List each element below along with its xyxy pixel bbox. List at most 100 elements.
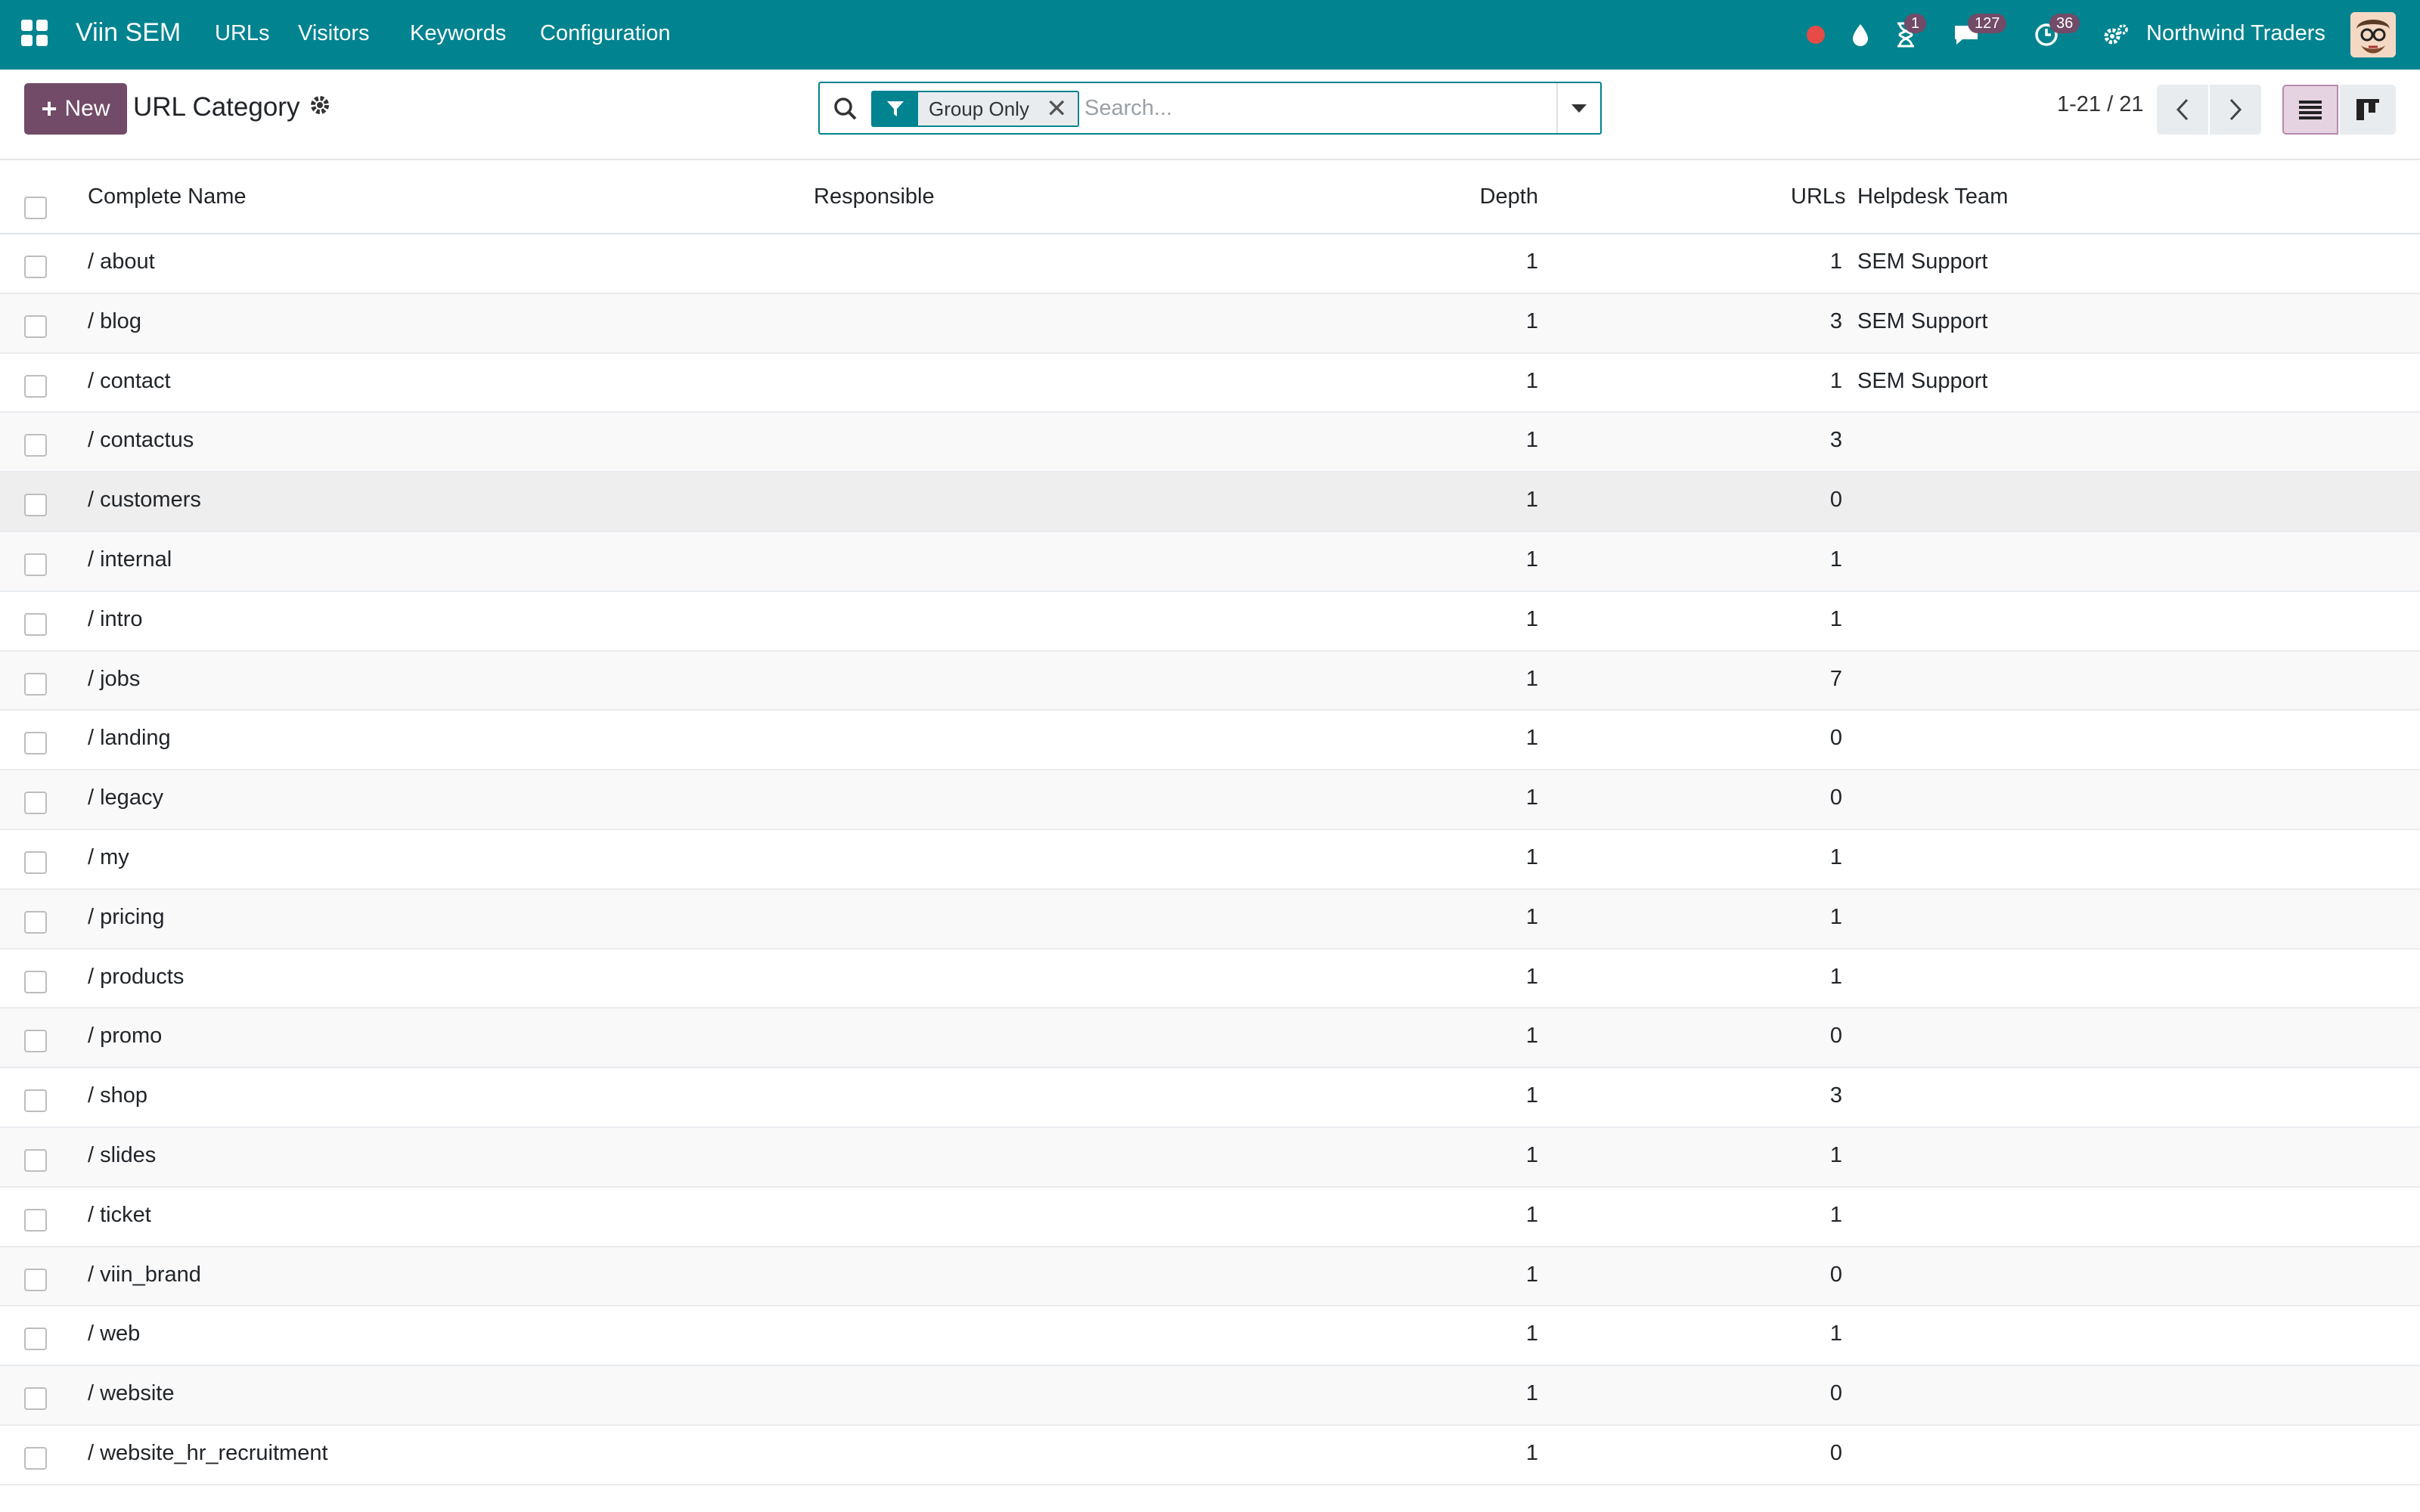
row-checkbox[interactable] <box>24 612 47 636</box>
table-row[interactable]: / blog 1 3 SEM Support <box>0 293 2420 354</box>
table-row[interactable]: / pricing 1 1 <box>0 889 2420 950</box>
table-row[interactable]: / jobs 1 7 <box>0 651 2420 711</box>
cell-depth: 1 <box>1525 1321 1538 1346</box>
row-checkbox[interactable] <box>24 1446 47 1470</box>
table-row[interactable]: / web 1 1 <box>0 1306 2420 1367</box>
table-row[interactable]: / website_hr_recruitment 1 0 <box>0 1426 2420 1486</box>
row-checkbox[interactable] <box>24 434 47 457</box>
apps-menu-icon[interactable] <box>21 20 48 47</box>
row-checkbox[interactable] <box>24 1328 47 1351</box>
facet-label: Group Only <box>929 97 1029 120</box>
cell-complete-name: / jobs <box>88 666 141 691</box>
table-row[interactable]: / shop 1 3 <box>0 1068 2420 1128</box>
table-row[interactable]: / customers 1 0 <box>0 472 2420 532</box>
row-checkbox[interactable] <box>24 910 47 934</box>
cell-complete-name: / legacy <box>88 785 163 810</box>
settings-gears-icon[interactable] <box>2101 17 2131 53</box>
search-icon[interactable] <box>832 95 859 122</box>
table-row[interactable]: / legacy 1 0 <box>0 770 2420 830</box>
cell-helpdesk-team: SEM Support <box>1857 368 1988 393</box>
cell-complete-name: / pricing <box>88 904 165 929</box>
search-bar: Group Only ✕ <box>818 82 1602 135</box>
cell-complete-name: / my <box>88 844 129 869</box>
search-input[interactable] <box>1084 89 1538 127</box>
pager-previous-button[interactable] <box>2157 85 2208 135</box>
row-checkbox[interactable] <box>24 1089 47 1113</box>
row-checkbox[interactable] <box>24 1030 47 1053</box>
table-row[interactable]: / contactus 1 3 <box>0 413 2420 473</box>
new-button[interactable]: + New <box>24 83 127 135</box>
filter-facet[interactable]: Group Only ✕ <box>871 91 1080 127</box>
new-button-label: New <box>64 96 110 121</box>
cell-depth: 1 <box>1525 368 1538 393</box>
column-complete-name[interactable]: Complete Name <box>88 184 247 209</box>
cell-helpdesk-team: SEM Support <box>1857 308 1988 333</box>
row-checkbox[interactable] <box>24 553 47 576</box>
recording-dot-icon[interactable] <box>1806 17 1826 53</box>
select-all-checkbox[interactable] <box>24 197 47 219</box>
row-checkbox[interactable] <box>24 314 47 338</box>
cell-urls: 1 <box>1829 904 1842 929</box>
table-row[interactable]: / contact 1 1 SEM Support <box>0 354 2420 414</box>
table-row[interactable]: / ticket 1 1 <box>0 1188 2420 1247</box>
cell-urls: 1 <box>1829 1202 1842 1227</box>
caret-down-icon <box>1571 104 1587 113</box>
row-checkbox[interactable] <box>24 1148 47 1172</box>
cell-urls: 1 <box>1829 368 1842 393</box>
row-checkbox[interactable] <box>24 850 47 874</box>
kanban-view-button[interactable] <box>2340 85 2396 135</box>
url-category-list: Complete Name Responsible Depth URLs Hel… <box>0 162 2420 1486</box>
row-checkbox[interactable] <box>24 732 47 755</box>
row-checkbox[interactable] <box>24 1268 47 1291</box>
row-checkbox[interactable] <box>24 792 47 815</box>
row-checkbox[interactable] <box>24 1208 47 1232</box>
list-view-button[interactable] <box>2282 85 2338 135</box>
table-row[interactable]: / promo 1 0 <box>0 1009 2420 1069</box>
column-helpdesk-team[interactable]: Helpdesk Team <box>1857 184 2008 209</box>
table-row[interactable]: / viin_brand 1 0 <box>0 1247 2420 1307</box>
menu-urls[interactable]: URLs <box>215 21 270 46</box>
cell-depth: 1 <box>1525 844 1538 869</box>
menu-keywords[interactable]: Keywords <box>410 21 506 46</box>
column-depth[interactable]: Depth <box>1478 184 1538 209</box>
table-row[interactable]: / my 1 1 <box>0 830 2420 890</box>
table-row[interactable]: / slides 1 1 <box>0 1127 2420 1188</box>
table-row[interactable]: / internal 1 1 <box>0 531 2420 592</box>
pager-value[interactable]: 1-21 / 21 <box>2057 92 2143 117</box>
table-row[interactable]: / products 1 1 <box>0 950 2420 1009</box>
table-row[interactable]: / about 1 1 SEM Support <box>0 234 2420 294</box>
gear-icon[interactable] <box>307 92 333 118</box>
menu-configuration[interactable]: Configuration <box>540 21 671 46</box>
column-urls[interactable]: URLs <box>1791 184 1846 209</box>
row-checkbox[interactable] <box>24 256 47 278</box>
row-checkbox[interactable] <box>24 970 47 993</box>
row-checkbox[interactable] <box>24 494 47 517</box>
cell-urls: 3 <box>1829 428 1842 453</box>
cell-urls: 1 <box>1829 606 1842 631</box>
list-icon <box>2299 101 2322 119</box>
activity-count-badge: 1 <box>1904 14 1927 33</box>
row-checkbox[interactable] <box>24 672 47 696</box>
menu-visitors[interactable]: Visitors <box>298 21 370 46</box>
cell-urls: 1 <box>1829 1321 1842 1346</box>
row-checkbox[interactable] <box>24 1387 47 1411</box>
cell-depth: 1 <box>1525 606 1538 631</box>
filter-icon <box>873 92 918 125</box>
table-row[interactable]: / intro 1 1 <box>0 592 2420 652</box>
cell-urls: 0 <box>1829 1381 1842 1406</box>
droplet-icon[interactable] <box>1847 17 1874 53</box>
cell-depth: 1 <box>1525 666 1538 691</box>
cell-depth: 1 <box>1525 1262 1538 1287</box>
search-options-toggle[interactable] <box>1556 83 1600 133</box>
user-avatar[interactable] <box>2350 12 2396 57</box>
company-switcher[interactable]: Northwind Traders <box>2146 21 2325 46</box>
row-checkbox[interactable] <box>24 374 47 398</box>
close-icon[interactable]: ✕ <box>1046 96 1068 122</box>
cell-urls: 0 <box>1829 785 1842 810</box>
app-brand[interactable]: Viin SEM <box>76 18 181 48</box>
table-row[interactable]: / website 1 0 <box>0 1366 2420 1426</box>
table-header: Complete Name Responsible Depth URLs Hel… <box>0 162 2420 234</box>
column-responsible[interactable]: Responsible <box>814 184 935 209</box>
pager-next-button[interactable] <box>2210 85 2261 135</box>
table-row[interactable]: / landing 1 0 <box>0 711 2420 771</box>
